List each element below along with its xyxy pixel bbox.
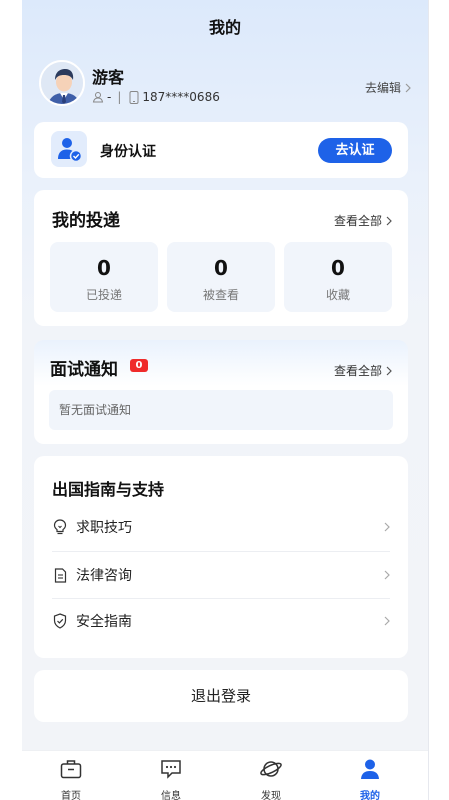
tab-mine[interactable]: 我的 xyxy=(340,757,400,800)
page-title: 我的 xyxy=(208,18,241,37)
view-all-label: 查看全部 xyxy=(333,214,382,228)
user-icon xyxy=(340,757,400,781)
profile-phone: 187****0686 xyxy=(142,90,220,104)
chevron-right-icon xyxy=(405,83,411,92)
chevron-right-icon xyxy=(386,366,392,375)
stat-value: 0 xyxy=(214,256,228,280)
stat-label: 已投递 xyxy=(85,288,122,302)
chevron-right-icon xyxy=(386,216,392,225)
identity-card[interactable]: 身份认证 去认证 xyxy=(34,122,408,178)
briefcase-icon xyxy=(41,757,101,781)
interview-view-all[interactable]: 查看全部 xyxy=(334,362,392,379)
stat-label: 被查看 xyxy=(202,288,239,302)
chevron-right-icon xyxy=(384,616,390,626)
guide-item-legal[interactable]: 法律咨询 xyxy=(52,552,392,598)
tab-label: 信息 xyxy=(161,791,181,800)
right-edge xyxy=(428,0,429,800)
profile-name: 游客 xyxy=(92,68,125,87)
tab-discover[interactable]: 发现 xyxy=(241,757,301,800)
message-icon xyxy=(141,757,201,781)
edit-profile-link[interactable]: 去编辑 xyxy=(365,79,411,96)
guide-item-label: 安全指南 xyxy=(76,614,132,630)
verify-button[interactable]: 去认证 xyxy=(318,138,392,163)
id-verify-icon xyxy=(51,131,87,167)
meta-separator: | xyxy=(117,90,122,104)
guide-item-label: 求职技巧 xyxy=(76,520,132,536)
shield-check-icon xyxy=(52,613,68,629)
logout-button[interactable]: 退出登录 xyxy=(34,670,408,722)
stat-delivered[interactable]: 0 已投递 xyxy=(50,242,158,312)
chevron-right-icon xyxy=(384,522,390,532)
stat-viewed[interactable]: 0 被查看 xyxy=(167,242,275,312)
interview-title: 面试通知 xyxy=(50,360,118,380)
avatar-icon xyxy=(41,62,83,104)
view-all-label: 查看全部 xyxy=(333,364,382,378)
stat-label: 收藏 xyxy=(325,288,350,302)
guide-item-label: 法律咨询 xyxy=(76,568,132,584)
chevron-right-icon xyxy=(384,570,390,580)
bottom-tab-bar: 首页 信息 发现 我的 xyxy=(22,750,428,800)
deliveries-view-all[interactable]: 查看全部 xyxy=(334,212,392,229)
guide-item-safety[interactable]: 安全指南 xyxy=(52,598,392,644)
guide-card: 出国指南与支持 求职技巧 法律咨询 安全指南 xyxy=(34,456,408,658)
stat-value: 0 xyxy=(331,256,345,280)
tab-label: 发现 xyxy=(261,791,281,800)
interview-empty-text: 暂无面试通知 xyxy=(49,390,393,430)
stat-favorites[interactable]: 0 收藏 xyxy=(284,242,392,312)
tab-home[interactable]: 首页 xyxy=(41,757,101,800)
tab-messages[interactable]: 信息 xyxy=(141,757,201,800)
deliveries-card: 我的投递 查看全部 0 已投递 0 被查看 0 收藏 xyxy=(34,190,408,326)
lightbulb-icon xyxy=(52,519,68,535)
document-icon xyxy=(52,567,68,583)
planet-icon xyxy=(241,757,301,781)
deliveries-title: 我的投递 xyxy=(52,211,120,231)
edit-profile-label: 去编辑 xyxy=(364,81,401,95)
guide-item-job-tips[interactable]: 求职技巧 xyxy=(52,504,392,550)
phone-icon xyxy=(129,90,139,104)
avatar[interactable] xyxy=(39,60,85,106)
person-icon xyxy=(92,92,104,103)
tab-label: 首页 xyxy=(61,791,81,800)
tab-label: 我的 xyxy=(360,791,380,800)
identity-label: 身份认证 xyxy=(100,144,156,160)
stat-value: 0 xyxy=(97,256,111,280)
profile-gender: - xyxy=(107,90,112,104)
interview-count-badge: 0 xyxy=(130,359,148,372)
guide-title: 出国指南与支持 xyxy=(52,480,165,499)
interview-card: 面试通知 0 查看全部 暂无面试通知 xyxy=(34,340,408,444)
mine-page: 我的 游客 - | 187****0686 去编辑 身份认证 去认证 我的投递 … xyxy=(22,0,428,800)
profile-meta: - | 187****0686 xyxy=(92,90,220,104)
